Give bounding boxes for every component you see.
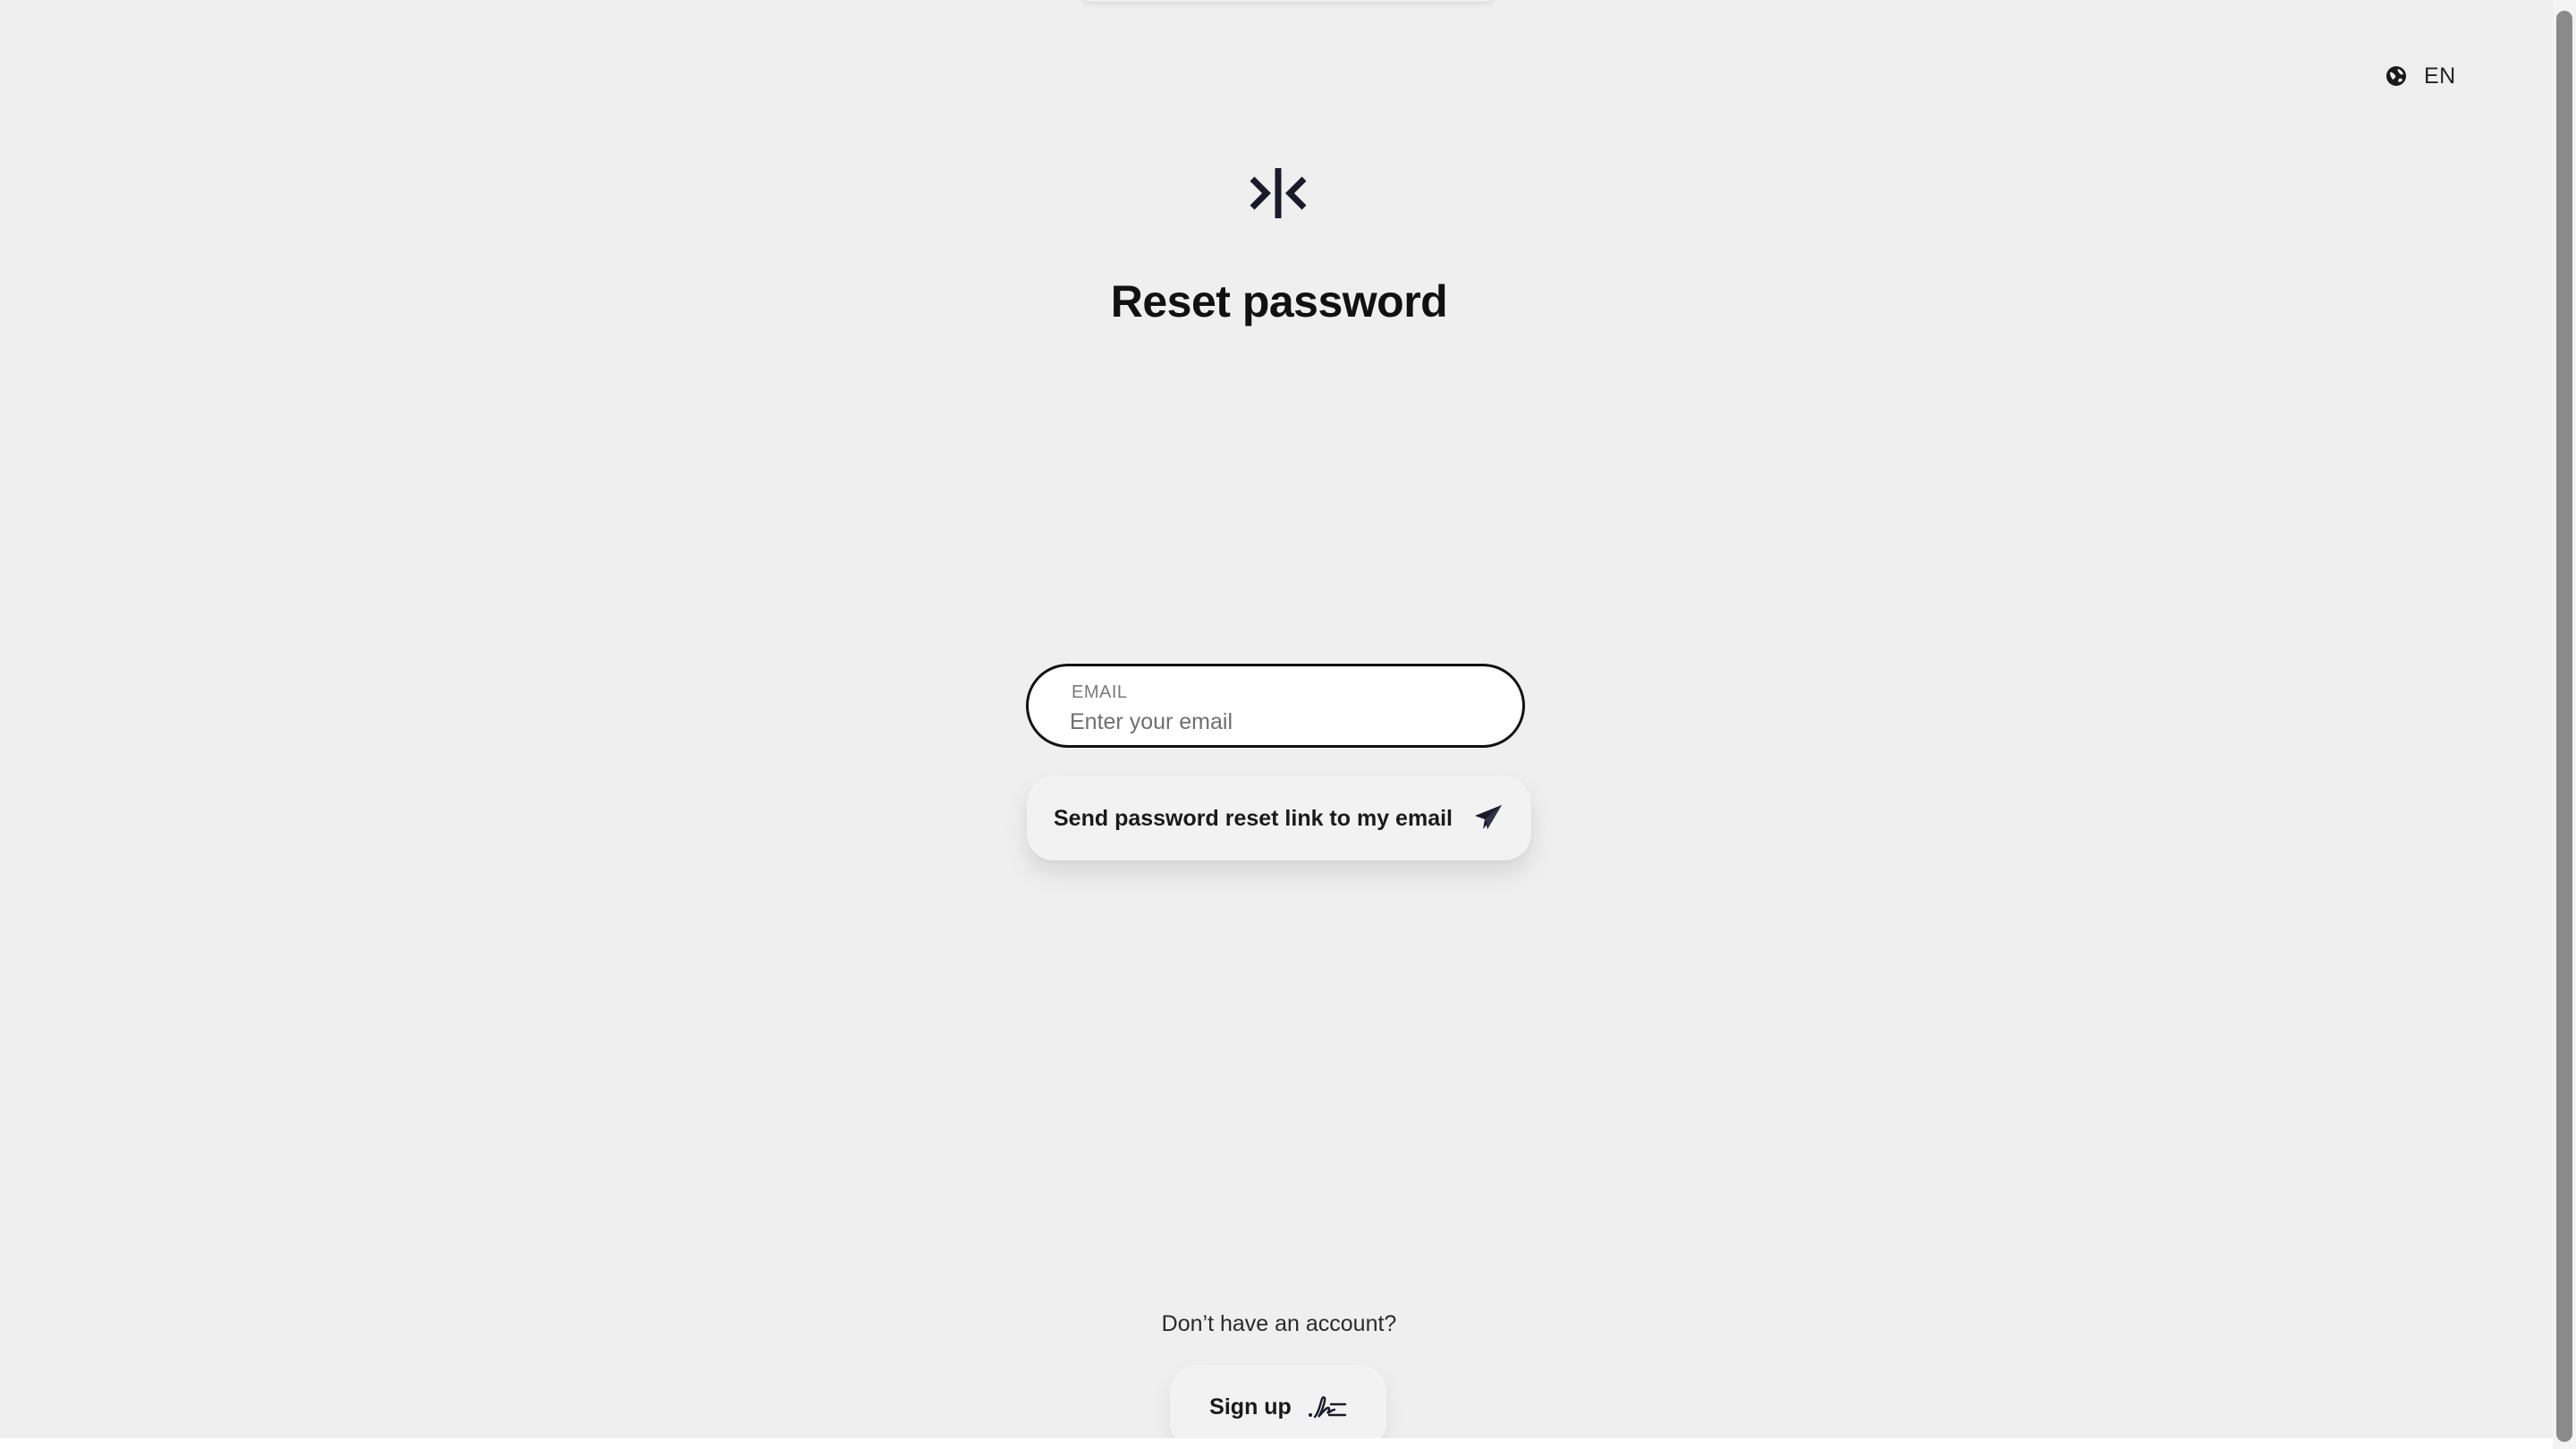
language-selector[interactable]: EN [2385,61,2456,91]
sign-up-button[interactable]: Sign up [1170,1365,1386,1449]
email-input[interactable] [1070,706,1481,738]
scrollbar-thumb[interactable] [2556,11,2572,1442]
signature-icon [1308,1396,1347,1419]
vertical-scrollbar[interactable] [2553,0,2576,1449]
language-label: EN [2424,63,2456,89]
paper-plane-icon [1474,805,1502,829]
email-field[interactable]: EMAIL [1026,664,1525,748]
no-account-prompt: Don’t have an account? [1161,1311,1397,1336]
top-banner-edge [1082,0,1494,2]
page-title: Reset password [1110,276,1448,326]
sign-up-label: Sign up [1209,1394,1292,1419]
reset-password-page: EN Reset password EMAIL Send password re… [0,0,2576,1449]
brand-logo-icon [1250,168,1307,218]
email-field-label: EMAIL [1072,682,1128,702]
send-reset-link-label: Send password reset link to my email [1054,805,1453,831]
bottom-edge [0,1438,2558,1449]
globe-icon [2386,66,2406,86]
send-reset-link-button[interactable]: Send password reset link to my email [1027,776,1531,860]
